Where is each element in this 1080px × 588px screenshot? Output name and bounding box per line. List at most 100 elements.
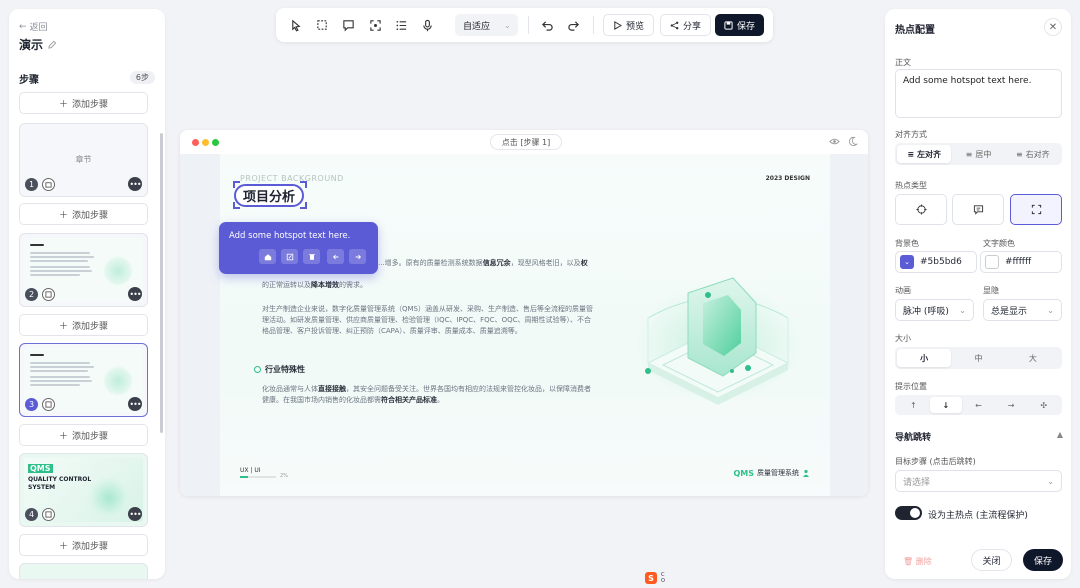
type-tooltip-button[interactable] xyxy=(952,194,1004,225)
numbered-list-icon[interactable] xyxy=(392,16,410,34)
steps-sidebar: ← 返回 演示 步骤 6步 ＋添加步骤 章节 1 ••• ＋添加步骤 2 •••… xyxy=(9,9,165,579)
chevron-down-icon: ⌄ xyxy=(1047,305,1054,315)
align-left-option[interactable]: ≡ 左对齐 xyxy=(897,145,952,163)
align-icon: ≡ xyxy=(965,149,973,159)
home-icon[interactable] xyxy=(259,249,276,264)
add-step-button[interactable]: ＋添加步骤 xyxy=(19,534,148,556)
size-small-option[interactable]: 小 xyxy=(897,349,952,367)
text-color-input[interactable]: #ffffff xyxy=(980,251,1062,273)
chevron-down-icon: ⌄ xyxy=(1047,476,1054,486)
align-label: 对齐方式 xyxy=(895,130,927,139)
step-card-4[interactable]: QMS QUALITY CONTROL SYSTEM 4 ••• xyxy=(19,453,148,527)
caret-up-icon[interactable]: ▲ xyxy=(1057,430,1063,439)
center-move-icon[interactable]: ✣ xyxy=(1027,397,1060,413)
steps-count-badge: 6步 xyxy=(129,71,155,84)
preview-button[interactable]: 预览 xyxy=(603,14,655,36)
main-hotspot-toggle[interactable] xyxy=(895,506,922,520)
focus-icon[interactable] xyxy=(366,16,384,34)
navigation-section-header[interactable]: 导航跳转 xyxy=(895,430,931,443)
eye-icon[interactable] xyxy=(829,136,840,147)
editor-toolbar: 自适应 ⌄ 预览 分享 保存 xyxy=(276,8,773,42)
save-button[interactable]: 保存 xyxy=(715,14,765,36)
microphone-icon[interactable] xyxy=(418,16,436,34)
redo-icon[interactable] xyxy=(564,16,582,34)
region-select-icon[interactable] xyxy=(313,16,331,34)
arrow-left-icon: ← xyxy=(19,21,27,32)
brand-label: QMS 质量管理系统 xyxy=(733,468,810,478)
align-center-option[interactable]: ≡ 居中 xyxy=(951,145,1005,163)
pointer-tool-icon[interactable] xyxy=(287,16,305,34)
align-right-option[interactable]: ≡ 右对齐 xyxy=(1006,145,1060,163)
position-segmented-control: ↑ ↓ ← → ✣ xyxy=(895,395,1062,415)
size-label: 大小 xyxy=(895,334,911,343)
arrow-right-icon[interactable] xyxy=(349,249,366,264)
add-step-button[interactable]: ＋添加步骤 xyxy=(19,203,148,225)
hotspot-title: 项目分析 xyxy=(234,184,304,207)
close-icon[interactable]: ✕ xyxy=(1044,18,1062,36)
trash-icon[interactable] xyxy=(303,249,320,264)
section-heading: 行业特殊性 xyxy=(254,364,305,375)
more-options-icon[interactable]: ••• xyxy=(128,177,142,191)
arrow-up-icon[interactable]: ↑ xyxy=(897,397,930,413)
text-color-label: 文字颜色 xyxy=(983,239,1015,248)
size-medium-option[interactable]: 中 xyxy=(951,349,1005,367)
share-button[interactable]: 分享 xyxy=(660,14,712,36)
hotspot-popover: Add some hotspot text here. xyxy=(219,222,378,274)
bg-color-input[interactable]: ⌄ #5b5bd6 xyxy=(895,251,977,273)
type-frame-button[interactable] xyxy=(1010,194,1062,225)
frame-icon xyxy=(1031,204,1041,215)
add-step-button[interactable]: ＋添加步骤 xyxy=(19,92,148,114)
image-type-icon xyxy=(42,288,55,301)
step-card-1[interactable]: 章节 1 ••• xyxy=(19,123,148,197)
arrow-down-icon[interactable]: ↓ xyxy=(929,397,963,413)
more-options-icon[interactable]: ••• xyxy=(128,397,142,411)
visibility-select[interactable]: 总是显示 ⌄ xyxy=(983,299,1062,321)
step-card-5[interactable] xyxy=(19,563,148,579)
slide-year-label: 2023 DESIGN xyxy=(765,175,810,182)
add-step-button[interactable]: ＋添加步骤 xyxy=(19,314,148,336)
body-textarea[interactable]: Add some hotspot text here. xyxy=(895,69,1062,118)
moon-icon[interactable] xyxy=(847,136,858,147)
slide-paragraph: 的正常运转以及降本增效的需求。 xyxy=(262,281,367,289)
edit-icon[interactable] xyxy=(281,249,298,264)
arrow-right-icon[interactable]: → xyxy=(995,397,1028,413)
bg-color-label: 背景色 xyxy=(895,239,919,248)
image-type-icon xyxy=(42,398,55,411)
delete-button[interactable]: 🗑 删除 xyxy=(903,556,932,567)
save-button[interactable]: 保存 xyxy=(1023,549,1063,571)
ux-progress-bar xyxy=(240,476,276,478)
comment-icon[interactable] xyxy=(339,16,357,34)
chapter-label: 章节 xyxy=(75,155,92,164)
type-target-button[interactable] xyxy=(895,194,947,225)
type-label: 热点类型 xyxy=(895,181,927,190)
hotspot-config-panel: 热点配置 ✕ 正文 Add some hotspot text here. 对齐… xyxy=(885,9,1071,579)
more-options-icon[interactable]: ••• xyxy=(128,507,142,521)
hotspot-target[interactable]: 项目分析 xyxy=(233,181,307,209)
close-button[interactable]: 关闭 xyxy=(971,549,1012,571)
plus-icon: ＋ xyxy=(58,210,68,221)
target-step-label: 目标步骤 (点击后跳转) xyxy=(895,457,976,466)
arrow-left-icon[interactable] xyxy=(327,249,344,264)
animation-select[interactable]: 脉冲 (呼吸) ⌄ xyxy=(895,299,974,321)
arrow-left-icon[interactable]: ← xyxy=(962,397,995,413)
color-swatch[interactable] xyxy=(985,255,999,269)
more-options-icon[interactable]: ••• xyxy=(128,287,142,301)
sidebar-scrollbar[interactable] xyxy=(160,133,163,433)
size-large-option[interactable]: 大 xyxy=(1006,349,1060,367)
color-swatch[interactable]: ⌄ xyxy=(900,255,914,269)
step-card-3-selected[interactable]: 3 ••• xyxy=(19,343,148,417)
add-step-button[interactable]: ＋添加步骤 xyxy=(19,424,148,446)
undo-icon[interactable] xyxy=(538,16,556,34)
back-link[interactable]: ← 返回 xyxy=(19,20,48,34)
target-step-select[interactable]: 请选择 ⌄ xyxy=(895,470,1062,492)
image-type-icon xyxy=(42,508,55,521)
edit-icon[interactable] xyxy=(48,40,57,49)
ux-label: UX | UI xyxy=(240,467,261,474)
align-segmented-control: ≡ 左对齐 ≡ 居中 ≡ 右对齐 xyxy=(895,143,1062,165)
slide-paragraph: 化妆品通常与人体直接接触，其安全问题备受关注。世界各国均有相应的法规来管控化妆品… xyxy=(262,385,591,404)
zoom-fit-select[interactable]: 自适应 ⌄ xyxy=(455,14,518,36)
plus-icon: ＋ xyxy=(58,99,68,110)
step-card-2[interactable]: 2 ••• xyxy=(19,233,148,307)
ux-progress-value: 2% xyxy=(280,473,288,479)
plus-icon: ＋ xyxy=(58,321,68,332)
